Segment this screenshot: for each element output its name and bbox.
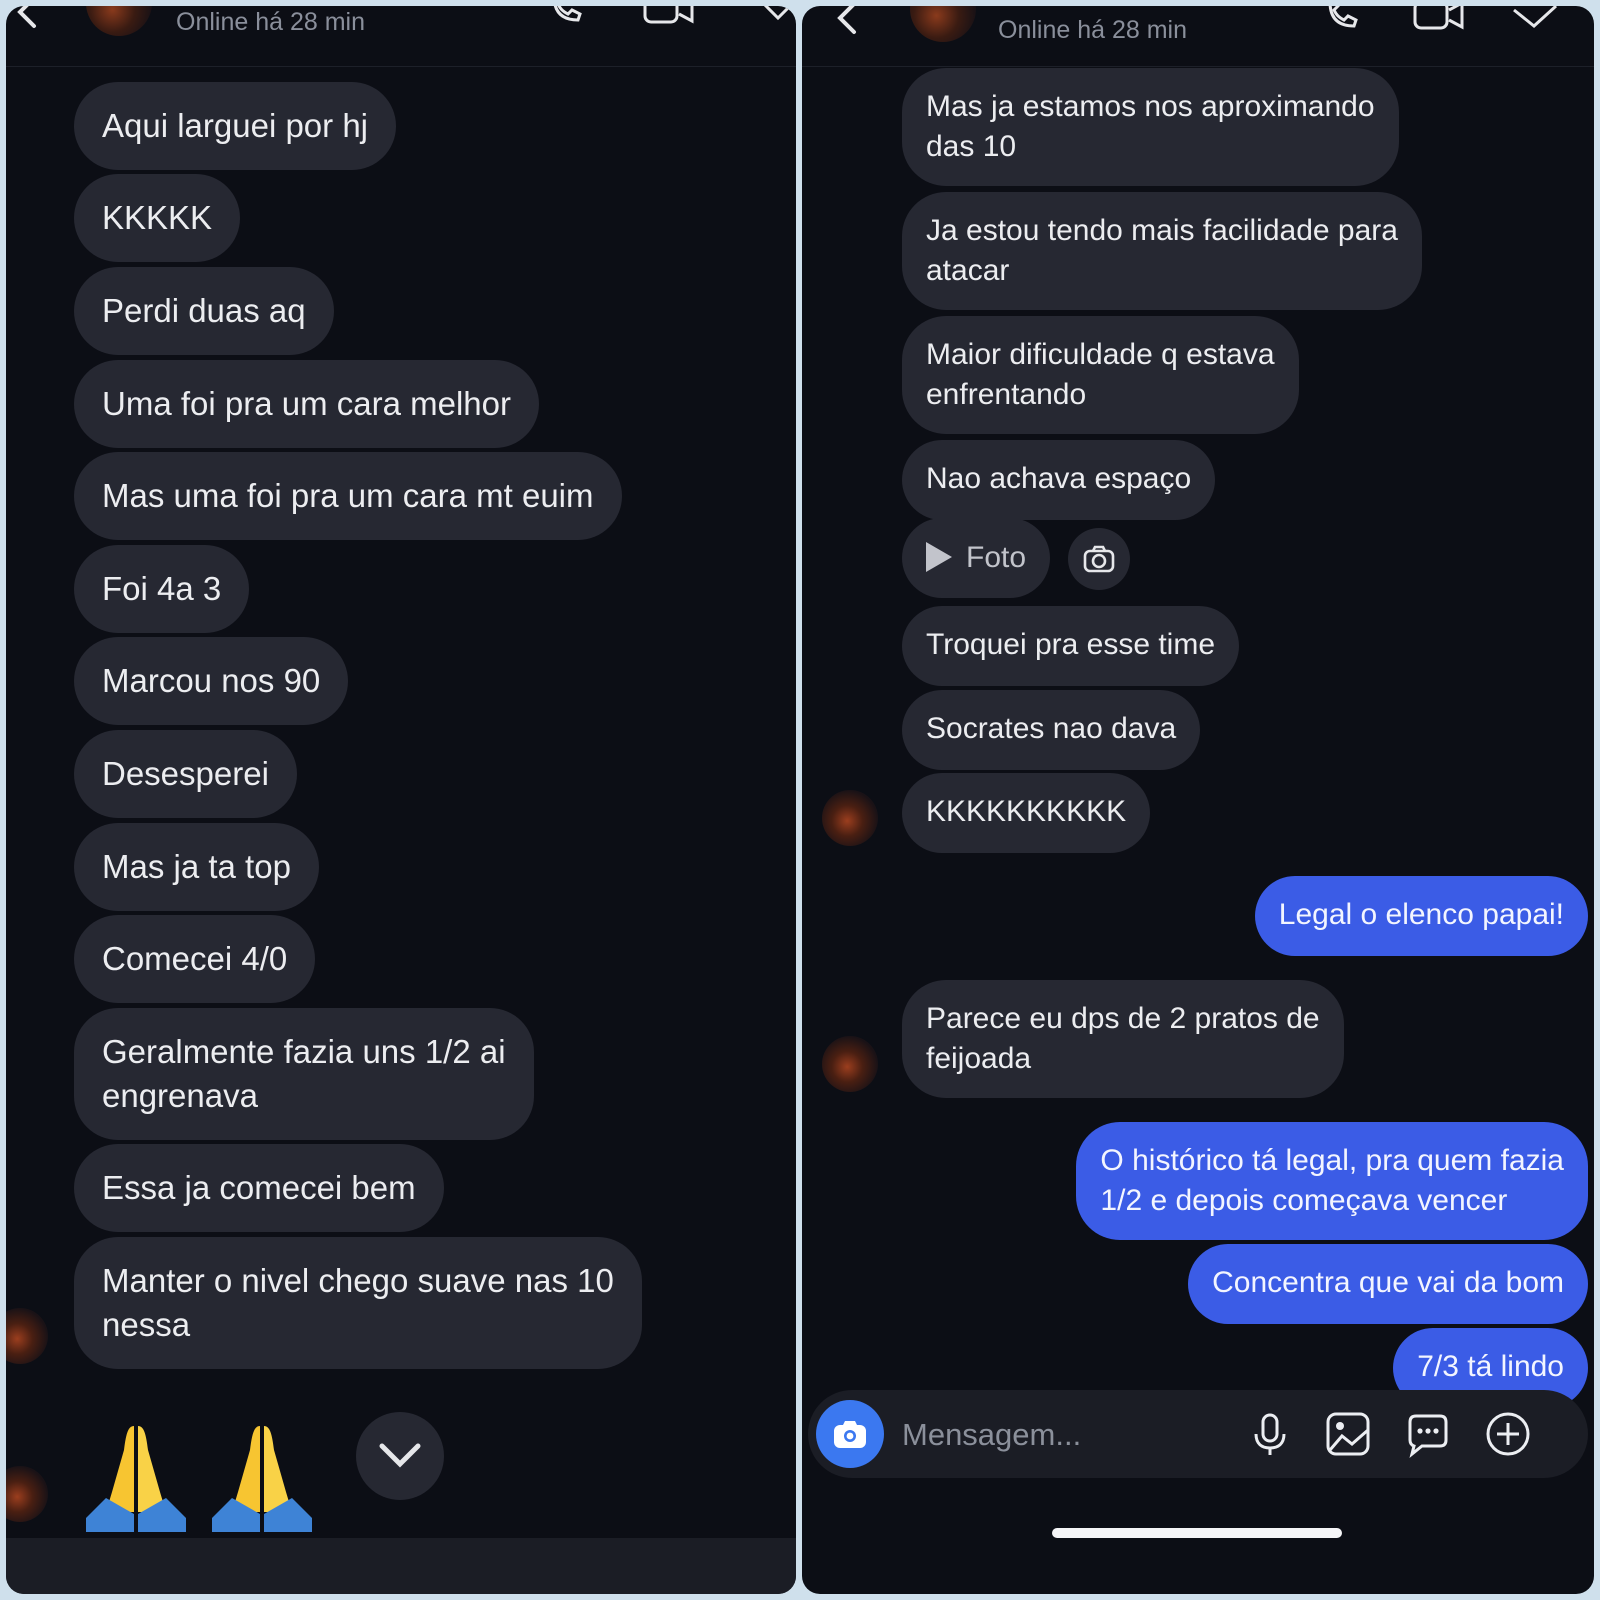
- message-bubble[interactable]: Perdi duas aq: [74, 267, 334, 355]
- chevron-down-icon: [379, 1443, 421, 1468]
- microphone-icon[interactable]: [1246, 1410, 1294, 1458]
- praying-hands-icon: [212, 1426, 312, 1532]
- message-bubble[interactable]: Geralmente fazia uns 1/2 ai engrenava: [74, 1008, 534, 1140]
- right-chat-screen: Online há 28 min Mas ja estamos nos apro…: [802, 6, 1594, 1594]
- message-bubble[interactable]: Troquei pra esse time: [902, 606, 1240, 686]
- message-bubble[interactable]: Foi 4a 3: [74, 545, 250, 633]
- message-bubble[interactable]: Parece eu dps de 2 pratos de feijoada: [902, 980, 1344, 1098]
- message-bubble[interactable]: Comecei 4/0: [74, 915, 316, 1003]
- reaction-emoji[interactable]: [76, 1414, 322, 1534]
- add-icon[interactable]: [1484, 1410, 1532, 1458]
- message-bubble[interactable]: Mas ja ta top: [74, 823, 319, 911]
- sender-avatar[interactable]: [822, 790, 878, 846]
- back-arrow-icon[interactable]: [8, 6, 48, 32]
- left-chat-screen: Online há 28 min Aqui larguei por hj KKK…: [6, 6, 796, 1594]
- message-bubble[interactable]: KKKKKKKKKK: [902, 773, 1151, 853]
- contact-avatar[interactable]: [910, 6, 976, 42]
- praying-hands-icon: [86, 1426, 186, 1532]
- tag-icon[interactable]: [1510, 6, 1560, 32]
- message-bubble[interactable]: Marcou nos 90: [74, 637, 349, 725]
- sender-avatar[interactable]: [6, 1466, 48, 1522]
- video-call-icon[interactable]: [642, 6, 696, 28]
- contact-avatar[interactable]: [86, 6, 152, 36]
- message-input[interactable]: [900, 1412, 1204, 1458]
- message-bubble[interactable]: Maior dificuldade q estava enfrentando: [902, 316, 1299, 434]
- message-bubble[interactable]: Aqui larguei por hj: [74, 82, 396, 170]
- online-status: Online há 28 min: [176, 8, 366, 36]
- message-composer: [808, 1390, 1588, 1478]
- photo-camera-button[interactable]: [1068, 528, 1130, 590]
- play-icon: [926, 542, 952, 572]
- back-arrow-icon[interactable]: [828, 6, 868, 38]
- sender-avatar[interactable]: [822, 1036, 878, 1092]
- online-status: Online há 28 min: [998, 16, 1188, 44]
- sender-avatar[interactable]: [6, 1308, 48, 1364]
- message-bubble[interactable]: Nao achava espaço: [902, 440, 1216, 520]
- message-bubble[interactable]: Socrates nao dava: [902, 690, 1201, 770]
- gallery-icon[interactable]: [1324, 1410, 1372, 1458]
- scroll-down-button[interactable]: [356, 1412, 444, 1500]
- chat-header: Online há 28 min: [6, 6, 796, 67]
- message-bubble[interactable]: Mas uma foi pra um cara mt euim: [74, 452, 622, 540]
- message-bubble[interactable]: Uma foi pra um cara melhor: [74, 360, 539, 448]
- message-bubble[interactable]: Manter o nivel chego suave nas 10 nessa: [74, 1237, 642, 1369]
- camera-icon: [1083, 545, 1115, 573]
- chat-header: Online há 28 min: [802, 6, 1594, 67]
- message-bubble[interactable]: Desesperei: [74, 730, 297, 818]
- phone-call-icon[interactable]: [1322, 6, 1362, 34]
- home-indicator: [1052, 1528, 1342, 1538]
- message-bubble[interactable]: KKKKK: [74, 174, 241, 262]
- message-bubble[interactable]: Ja estou tendo mais facilidade para atac…: [902, 192, 1422, 310]
- sent-message-bubble[interactable]: Legal o elenco papai!: [1254, 876, 1588, 956]
- video-call-icon[interactable]: [1412, 6, 1466, 34]
- message-bubble[interactable]: Mas ja estamos nos aproximando das 10: [902, 68, 1399, 186]
- camera-icon: [834, 1421, 866, 1448]
- phone-call-icon[interactable]: [546, 6, 586, 28]
- sent-message-bubble[interactable]: Concentra que vai da bom: [1188, 1244, 1588, 1324]
- chat-bubble-icon[interactable]: [1404, 1410, 1452, 1458]
- sent-message-bubble[interactable]: O histórico tá legal, pra quem fazia 1/2…: [1076, 1122, 1588, 1240]
- photo-attachment-button[interactable]: Foto: [902, 518, 1050, 598]
- message-bubble[interactable]: Essa ja comecei bem: [74, 1144, 444, 1232]
- tag-icon[interactable]: [758, 6, 796, 24]
- photo-label: Foto: [966, 541, 1027, 574]
- camera-button[interactable]: [816, 1400, 884, 1468]
- composer-bar-edge: [6, 1538, 796, 1594]
